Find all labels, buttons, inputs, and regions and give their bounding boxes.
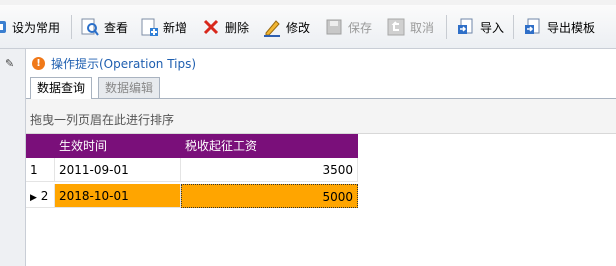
add-icon [139, 17, 163, 37]
delete-button[interactable]: 删除 [201, 14, 249, 40]
export-template-icon [523, 17, 547, 37]
toolbar: 设为常用 查看 新增 删除 修改 保存 取消 导入 导出模板 [0, 5, 616, 49]
export-template-button[interactable]: 导出模板 [523, 14, 595, 40]
warning-icon: ! [32, 56, 45, 70]
export-template-label: 导出模板 [547, 20, 596, 35]
save-button[interactable]: 保存 [324, 14, 372, 40]
group-by-hint: 拖曳一列页眉在此进行排序 [30, 113, 175, 127]
add-label: 新增 [163, 20, 188, 35]
tab-data-query[interactable]: 数据查询 [30, 77, 93, 99]
cancel-label: 取消 [410, 20, 435, 35]
delete-icon [201, 17, 225, 37]
separator [513, 15, 514, 39]
cell-tax-threshold[interactable]: 5000 [181, 184, 358, 208]
cell-tax-threshold[interactable]: 3500 [181, 158, 358, 182]
view-icon [80, 17, 104, 37]
delete-label: 删除 [225, 20, 250, 35]
set-favorite-button[interactable]: 设为常用 [0, 14, 60, 40]
tips-text[interactable]: 操作提示(Operation Tips) [51, 55, 196, 72]
edit-button[interactable]: 修改 [262, 14, 310, 40]
operation-tips[interactable]: ! 操作提示(Operation Tips) [32, 53, 196, 73]
import-icon [456, 17, 480, 37]
group-by-panel[interactable]: 拖曳一列页眉在此进行排序 [26, 99, 616, 134]
table-row[interactable]: 1 2011-09-01 3500 [26, 158, 358, 183]
row-number-text: 2 [40, 189, 49, 203]
set-favorite-label: 设为常用 [12, 20, 61, 35]
cancel-button[interactable]: 取消 [386, 14, 434, 40]
tab-data-edit[interactable]: 数据编辑 [98, 77, 161, 98]
left-panel-strip: ✎ [0, 49, 26, 266]
row-indicator-header [26, 134, 55, 158]
edit-icon [262, 17, 286, 37]
row-number: 1 [26, 158, 55, 182]
add-button[interactable]: 新增 [139, 14, 187, 40]
edit-label: 修改 [286, 20, 311, 35]
set-favorite-icon [0, 17, 12, 37]
current-row-arrow-icon: ▶ [30, 193, 37, 203]
row-number: ▶ 2 [26, 184, 55, 208]
view-button[interactable]: 查看 [80, 14, 128, 40]
import-label: 导入 [480, 20, 505, 35]
pin-icon[interactable]: ✎ [5, 57, 14, 70]
column-header-tax-threshold[interactable]: 税收起征工资 [181, 134, 358, 158]
view-label: 查看 [104, 20, 129, 35]
separator [446, 15, 447, 39]
save-icon [324, 17, 348, 37]
separator [71, 15, 72, 39]
cell-effective-date[interactable]: 2011-09-01 [55, 158, 181, 182]
save-label: 保存 [348, 20, 373, 35]
cell-effective-date[interactable]: 2018-10-01 [55, 184, 181, 208]
data-grid: 生效时间 税收起征工资 1 2011-09-01 3500 ▶ 2 2018-1… [26, 134, 616, 266]
cancel-icon [386, 17, 410, 37]
column-header-effective-date[interactable]: 生效时间 [55, 134, 181, 158]
tab-bar: 数据查询 数据编辑 [26, 77, 616, 99]
import-button[interactable]: 导入 [456, 14, 504, 40]
table-row[interactable]: ▶ 2 2018-10-01 5000 [26, 184, 358, 209]
